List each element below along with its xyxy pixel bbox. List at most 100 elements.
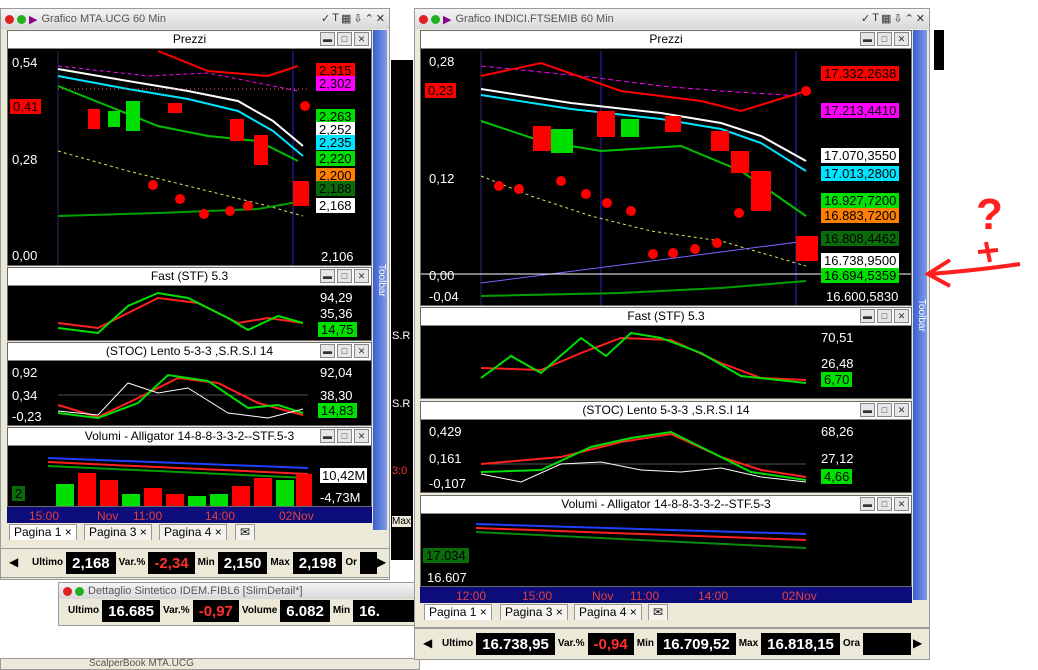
- left-tabs: Pagina 1 × Pagina 3 × Pagina 4 × ✉: [7, 523, 372, 541]
- price-tag: 16.808,4462: [821, 231, 900, 246]
- right-price-panel[interactable]: Prezzi ▬ □ ✕ 0,28 0,12 0,00 -0,04 0,23 1…: [420, 30, 912, 306]
- background-window-right: [934, 30, 944, 70]
- volume-value: 6.082: [286, 602, 324, 620]
- volume-label: 16.607: [427, 570, 467, 585]
- right-toolbar-strip[interactable]: Toolbar: [913, 30, 927, 600]
- var-label: Var.%: [554, 633, 588, 655]
- var-label: Var.%: [115, 552, 149, 574]
- close-icon[interactable]: ✕: [376, 12, 385, 25]
- left-window-titlebar[interactable]: ▶ Grafico MTA.UCG 60 Min ✓ T ▦ ⇩ ⌃ ✕: [1, 9, 389, 29]
- fast-tag: 14,75: [318, 322, 357, 337]
- tab-pagina-4[interactable]: Pagina 4 ×: [574, 604, 642, 620]
- arrow-annotation-icon: [924, 241, 1021, 288]
- price-tag: 2,106: [321, 249, 354, 264]
- edit-icon[interactable]: ✓: [861, 12, 870, 25]
- fragment-label: S.R: [392, 330, 411, 342]
- fragment-label: 3:0: [392, 465, 408, 477]
- price-tag: 16.738,9500: [821, 253, 900, 268]
- text-icon[interactable]: T: [332, 12, 339, 25]
- price-tag: 16.600,5830: [826, 289, 899, 304]
- window-arrow-icon: ▶: [29, 13, 38, 26]
- minimize-icon[interactable]: ⇩: [353, 12, 362, 25]
- max-value: 16.818,15: [767, 635, 834, 653]
- tab-pagina-3[interactable]: Pagina 3 ×: [500, 604, 568, 620]
- window-green-icon: [431, 14, 440, 24]
- ultimo-value: 16.685: [108, 602, 154, 620]
- window-green-icon: [75, 586, 84, 596]
- left-volume-panel[interactable]: Volumi - Alligator 14-8-8-3-3-2--STF.5-3…: [7, 427, 372, 507]
- x-axis-label: 02Nov: [279, 509, 314, 523]
- stoc-left-label: 0,34: [12, 388, 38, 403]
- y-axis-label: 0,28: [429, 54, 455, 69]
- scroll-left-icon[interactable]: ◀: [9, 555, 18, 569]
- right-volume-panel[interactable]: Volumi - Alligator 14-8-8-3-3-2--STF.5-3…: [420, 495, 912, 587]
- tab-pagina-4[interactable]: Pagina 4 ×: [159, 524, 227, 540]
- right-window-titlebar[interactable]: ▶ Grafico INDICI.FTSEMIB 60 Min ✓ T ▦ ⇩ ⌃ ✕: [415, 9, 929, 29]
- collapse-icon[interactable]: ⌃: [365, 12, 374, 25]
- right-fast-panel[interactable]: Fast (STF) 5.3 ▬ □ ✕ 70,51 26,48 6,70: [420, 307, 912, 399]
- min-label: Min: [329, 600, 354, 622]
- minimize-icon[interactable]: ⇩: [893, 12, 902, 25]
- grid-icon[interactable]: ▦: [881, 12, 891, 25]
- price-tag: 17.070,3550: [821, 148, 900, 163]
- tab-pagina-1[interactable]: Pagina 1 ×: [424, 604, 492, 620]
- ultimo-label: Ultimo: [65, 600, 103, 622]
- left-price-panel[interactable]: Prezzi ▬ □ ✕ 0,54 0,28 0,00 0,41 2,315 2…: [7, 30, 372, 266]
- right-stoc-panel[interactable]: (STOC) Lento 5-3-3 ,S.R.S.I 14 ▬ □ ✕ 0,429…: [420, 401, 912, 493]
- scroll-right-icon[interactable]: ▶: [377, 555, 386, 569]
- volume-label: -4,73M: [320, 490, 361, 505]
- stoc-left-label: 0,92: [12, 365, 38, 380]
- left-toolbar-strip[interactable]: Toolbar: [373, 30, 387, 530]
- left-quote-window: ◀ Ultimo 2,168 Var.% -2,34 Min 2,150 Max…: [0, 548, 390, 578]
- y-axis-label: 0,54: [12, 55, 38, 70]
- x-axis-label: Nov: [592, 589, 614, 603]
- fast-label: 26,48: [821, 356, 854, 371]
- price-tag: 17.332,2638: [821, 66, 900, 81]
- detail-title: Dettaglio Sintetico IDEM.FIBL6 [SlimDeta…: [88, 585, 303, 597]
- close-icon[interactable]: ✕: [916, 12, 925, 25]
- var-value: -2,34: [154, 554, 189, 572]
- x-axis-label: Nov: [97, 509, 119, 523]
- tab-pagina-3[interactable]: Pagina 3 ×: [84, 524, 152, 540]
- var-value: -0,94: [593, 635, 628, 653]
- detail-window: Dettaglio Sintetico IDEM.FIBL6 [SlimDeta…: [58, 582, 418, 626]
- right-quote-bar: Ultimo 16.738,95 Var.% -0,94 Min 16.709,…: [439, 633, 911, 655]
- detail-titlebar[interactable]: Dettaglio Sintetico IDEM.FIBL6 [SlimDeta…: [59, 583, 417, 599]
- right-volume-chart: [475, 523, 807, 549]
- right-tabs: Pagina 1 × Pagina 3 × Pagina 4 × ✉: [420, 603, 912, 621]
- left-window-title: Grafico MTA.UCG 60 Min: [41, 13, 166, 25]
- y-axis-label: 0,00: [429, 268, 455, 283]
- stoc-left-label: 0,429: [429, 424, 462, 439]
- x-axis-label: 11:00: [133, 509, 163, 523]
- x-axis-label: 14:00: [698, 589, 729, 603]
- x-axis-label: 14:00: [205, 509, 236, 523]
- scroll-left-icon[interactable]: ◀: [423, 636, 432, 650]
- y-axis-label: 0,00: [12, 248, 38, 263]
- y-axis-label: -0,04: [429, 289, 459, 304]
- scroll-right-icon[interactable]: ▶: [913, 636, 922, 650]
- left-stoc-panel[interactable]: (STOC) Lento 5-3-3 ,S.R.S.I 14 ▬ □ ✕ 0,92 …: [7, 342, 372, 426]
- grid-icon[interactable]: ▦: [341, 12, 351, 25]
- stoc-tag: 4,66: [821, 469, 853, 484]
- left-chart-window: ▶ Grafico MTA.UCG 60 Min ✓ T ▦ ⇩ ⌃ ✕ Prezzi ▬…: [0, 8, 390, 580]
- price-tag: 2,168: [316, 198, 355, 213]
- new-tab-icon[interactable]: ✉: [235, 524, 256, 540]
- right-window-title: Grafico INDICI.FTSEMIB 60 Min: [455, 13, 614, 25]
- ora-label: Or: [342, 552, 360, 574]
- tab-pagina-1[interactable]: Pagina 1 ×: [9, 524, 77, 540]
- text-icon[interactable]: T: [872, 12, 879, 25]
- left-fast-panel[interactable]: Fast (STF) 5.3 ▬ □ ✕ 94,29 35,36 14,75: [7, 267, 372, 341]
- min-value: 16.: [359, 602, 380, 620]
- min-value: 2,150: [223, 554, 262, 572]
- max-label: Max: [735, 633, 762, 655]
- max-label: Max: [267, 552, 293, 574]
- stoc-left-label: -0,23: [12, 409, 42, 424]
- x-axis-label: 15:00: [522, 589, 553, 603]
- edit-icon[interactable]: ✓: [321, 12, 330, 25]
- new-tab-icon[interactable]: ✉: [648, 604, 669, 620]
- collapse-icon[interactable]: ⌃: [905, 12, 914, 25]
- var-label: Var.%: [160, 600, 193, 622]
- y-axis-label: 0,28: [12, 152, 38, 167]
- left-price-tag: 0,41: [10, 99, 42, 114]
- ora-label: Ora: [839, 633, 864, 655]
